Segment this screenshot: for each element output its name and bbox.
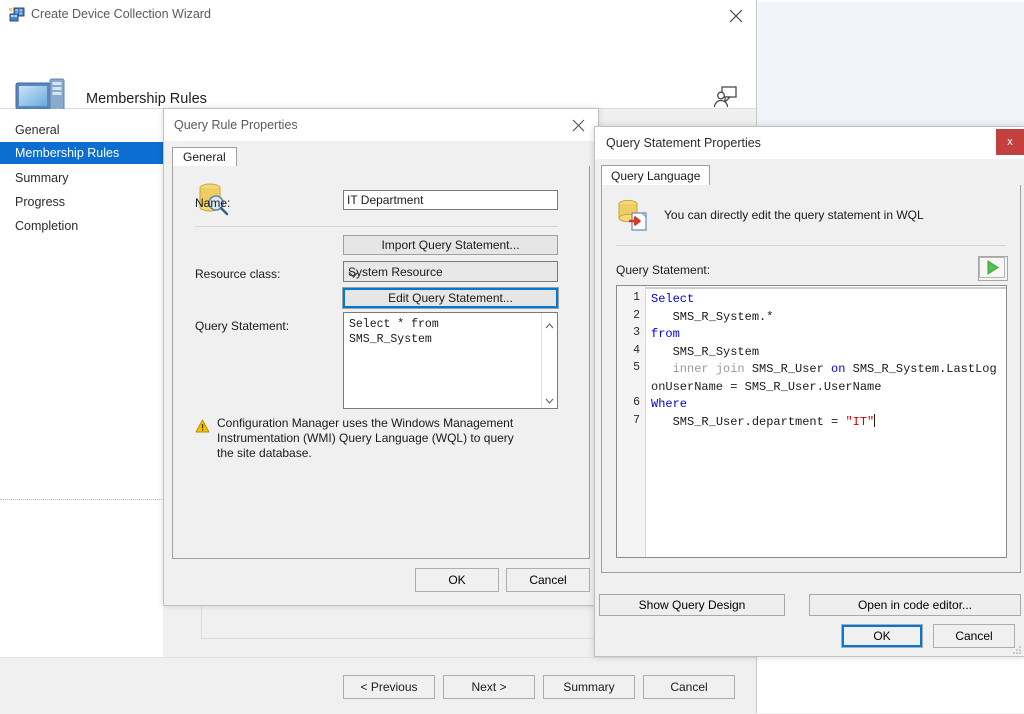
qsp-tabstrip: Query Language <box>601 165 1019 186</box>
code-token: inner join <box>673 362 745 376</box>
next-button[interactable]: Next > <box>443 675 535 699</box>
code-line: SMS_R_System <box>651 344 1001 362</box>
wizard-titlebar: Create Device Collection Wizard <box>0 0 756 30</box>
import-query-statement-button[interactable]: Import Query Statement... <box>343 235 558 255</box>
line-number: 7 <box>633 414 640 427</box>
query-statement-label: Query Statement: <box>195 319 289 333</box>
tab-query-language[interactable]: Query Language <box>601 165 710 187</box>
chevron-down-icon[interactable] <box>545 393 554 407</box>
tab-general[interactable]: General <box>172 147 237 168</box>
resource-class-dropdown[interactable]: System Resource <box>343 261 558 282</box>
code-line: Where <box>651 396 1001 414</box>
qrp-body: Name: Import Query Statement... Resource… <box>172 166 590 559</box>
feedback-person-icon[interactable] <box>712 85 738 109</box>
query-rule-properties-dialog: Query Rule Properties General Name: Impo… <box>163 108 599 606</box>
code-line: SMS_R_System.* <box>651 309 1001 327</box>
qsp-titlebar: Query Statement Properties x <box>595 127 1024 159</box>
previous-button[interactable]: < Previous <box>343 675 435 699</box>
qsp-ok-button[interactable]: OK <box>841 624 923 648</box>
code-token: Where <box>651 397 687 411</box>
qsp-title: Query Statement Properties <box>606 136 761 150</box>
line-number: 4 <box>633 344 640 357</box>
summary-button[interactable]: Summary <box>543 675 635 699</box>
editor-top-shadow <box>618 287 1006 289</box>
qrp-tabstrip: General <box>172 147 590 167</box>
qrp-ok-button[interactable]: OK <box>415 568 499 592</box>
query-statement-readonly-box[interactable]: Select * from SMS_R_System <box>343 312 558 409</box>
wizard-title: Create Device Collection Wizard <box>31 7 211 21</box>
code-token: SMS_R_User.department = <box>651 415 845 429</box>
run-play-icon[interactable] <box>978 256 1008 281</box>
query-statement-scrollbar[interactable] <box>541 313 557 408</box>
show-query-design-button[interactable]: Show Query Design <box>599 594 785 616</box>
line-number: 2 <box>633 309 640 322</box>
sidebar-item-progress[interactable]: Progress <box>0 191 163 213</box>
qrp-close-button[interactable] <box>560 109 598 141</box>
wql-warning-text: Configuration Manager uses the Windows M… <box>217 416 517 461</box>
qsp-cancel-button[interactable]: Cancel <box>933 624 1015 648</box>
qrp-divider <box>195 226 558 227</box>
qsp-divider <box>616 245 1006 246</box>
line-number: 5 <box>633 361 640 374</box>
code-token <box>651 362 673 376</box>
line-number: 3 <box>633 326 640 339</box>
close-icon <box>729 9 743 23</box>
chevron-up-icon[interactable] <box>545 318 554 332</box>
open-in-code-editor-button[interactable]: Open in code editor... <box>809 594 1021 616</box>
editor-line-number-gutter: 1 2 3 4 5 6 7 <box>617 286 646 557</box>
close-icon <box>572 119 585 132</box>
code-line: Select <box>651 291 1001 309</box>
qrp-title: Query Rule Properties <box>174 118 298 132</box>
code-line: inner join SMS_R_User on SMS_R_System.La… <box>651 361 1001 396</box>
qsp-close-button[interactable]: x <box>996 129 1024 155</box>
code-token: SMS_R_System <box>651 345 759 359</box>
qrp-titlebar: Query Rule Properties <box>164 109 598 141</box>
query-statement-text: Select * from SMS_R_System <box>349 317 531 347</box>
resize-grip-icon[interactable] <box>1012 644 1022 654</box>
qsp-query-statement-label: Query Statement: <box>616 263 710 277</box>
qsp-body: You can directly edit the query statemen… <box>601 185 1021 573</box>
wql-hint-text: You can directly edit the query statemen… <box>664 208 924 222</box>
query-statement-properties-dialog: Query Statement Properties x Query Langu… <box>594 126 1024 657</box>
line-number: 6 <box>633 396 640 409</box>
wizard-sidebar: General Membership Rules Summary Progres… <box>0 109 163 713</box>
wql-code-editor[interactable]: 1 2 3 4 5 6 7 Select SMS_R_System.*from SMS_R_… <box>616 285 1007 558</box>
wizard-close-button[interactable] <box>716 0 756 30</box>
edit-query-statement-button[interactable]: Edit Query Statement... <box>342 287 559 309</box>
chevron-down-icon <box>348 268 550 282</box>
code-token: SMS_R_User <box>745 362 831 376</box>
resource-class-label: Resource class: <box>195 267 280 281</box>
wizard-header: Membership Rules <box>0 30 756 109</box>
qrp-cancel-button[interactable]: Cancel <box>506 568 590 592</box>
database-export-icon <box>616 199 652 232</box>
warning-triangle-icon <box>195 419 210 433</box>
line-number: 1 <box>633 291 640 304</box>
name-input[interactable] <box>343 190 558 210</box>
sidebar-item-completion[interactable]: Completion <box>0 215 163 237</box>
text-caret <box>874 414 875 427</box>
sidebar-item-general[interactable]: General <box>0 119 163 141</box>
collection-wizard-icon <box>8 7 25 23</box>
name-label: Name: <box>195 196 230 210</box>
sidebar-item-membership-rules[interactable]: Membership Rules <box>0 142 163 164</box>
code-token: from <box>651 327 680 341</box>
page-title: Membership Rules <box>86 91 207 107</box>
code-line: from <box>651 326 1001 344</box>
code-token: "IT" <box>845 415 874 429</box>
code-line: SMS_R_User.department = "IT" <box>651 414 1001 432</box>
wizard-cancel-button[interactable]: Cancel <box>643 675 735 699</box>
wql-code-text[interactable]: Select SMS_R_System.*from SMS_R_System i… <box>651 291 1001 431</box>
code-token: on <box>831 362 845 376</box>
sidebar-item-summary[interactable]: Summary <box>0 167 163 189</box>
code-token: Select <box>651 292 694 306</box>
code-token: SMS_R_System.* <box>651 310 773 324</box>
